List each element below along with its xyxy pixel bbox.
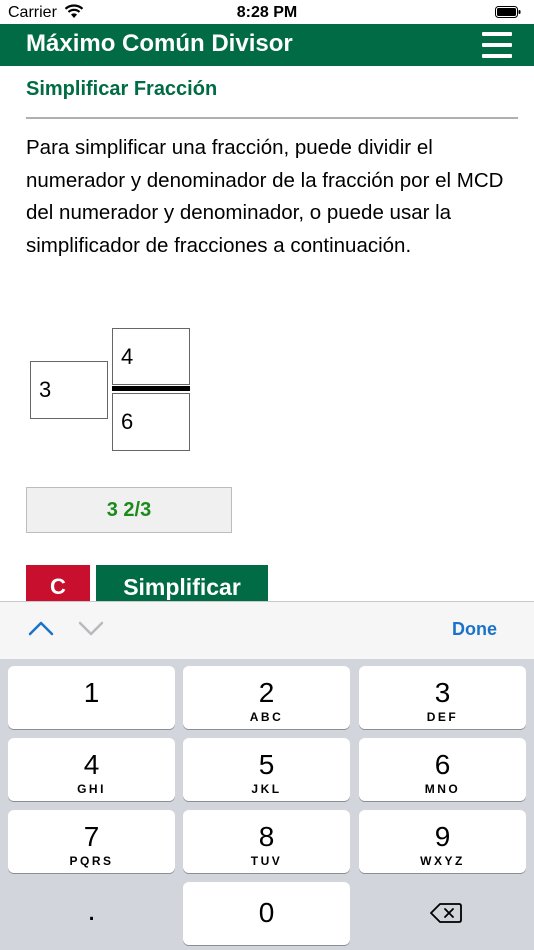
denominator-input[interactable]: 6 (112, 393, 190, 451)
key-number: 9 (434, 821, 451, 852)
key-number: 1 (83, 677, 100, 708)
key-9[interactable]: 9 WXYZ (359, 810, 526, 873)
key-number: 6 (434, 749, 451, 780)
chevron-down-icon[interactable] (78, 618, 104, 638)
backspace-icon[interactable] (430, 902, 462, 924)
key-letters: ABC (249, 710, 284, 724)
key-number: 0 (258, 897, 275, 928)
key-letters: PQRS (69, 854, 114, 868)
status-time: 8:28 PM (236, 4, 298, 21)
key-decimal[interactable]: . (8, 882, 175, 945)
key-number: . (87, 894, 96, 927)
key-6[interactable]: 6 MNO (359, 738, 526, 801)
whole-number-input[interactable]: 3 (30, 361, 108, 419)
key-number: 7 (83, 821, 100, 852)
key-4[interactable]: 4 GHI (8, 738, 175, 801)
key-letters: GHI (77, 782, 106, 796)
key-3[interactable]: 3 DEF (359, 666, 526, 729)
key-number: 3 (434, 677, 451, 708)
app-header: Máximo Común Divisor (0, 24, 534, 66)
section-title: Simplificar Fracción (26, 78, 218, 100)
key-8[interactable]: 8 TUV (183, 810, 350, 873)
key-0[interactable]: 0 (183, 882, 350, 945)
chevron-up-icon[interactable] (28, 618, 54, 638)
key-number: 8 (258, 821, 275, 852)
key-letters: JKL (251, 782, 282, 796)
key-letters: TUV (250, 854, 283, 868)
key-number: 4 (83, 749, 100, 780)
result-display: 3 2/3 (26, 487, 232, 533)
fraction-bar (112, 386, 190, 391)
key-1[interactable]: 1 (8, 666, 175, 729)
battery-icon (495, 6, 521, 18)
done-button[interactable]: Done (452, 619, 497, 640)
key-2[interactable]: 2 ABC (183, 666, 350, 729)
key-letters: MNO (424, 782, 461, 796)
status-bar: Carrier 8:28 PM (0, 0, 534, 24)
numerator-input[interactable]: 4 (112, 328, 190, 385)
key-number: 2 (258, 677, 275, 708)
key-letters: DEF (426, 710, 459, 724)
key-number: 5 (258, 749, 275, 780)
section-description: Para simplificar una fracción, puede div… (26, 136, 504, 257)
hamburger-menu-icon[interactable] (480, 30, 514, 60)
app-title: Máximo Común Divisor (26, 30, 293, 57)
key-letters: WXYZ (420, 854, 465, 868)
key-7[interactable]: 7 PQRS (8, 810, 175, 873)
key-5[interactable]: 5 JKL (183, 738, 350, 801)
section-divider (26, 117, 518, 119)
